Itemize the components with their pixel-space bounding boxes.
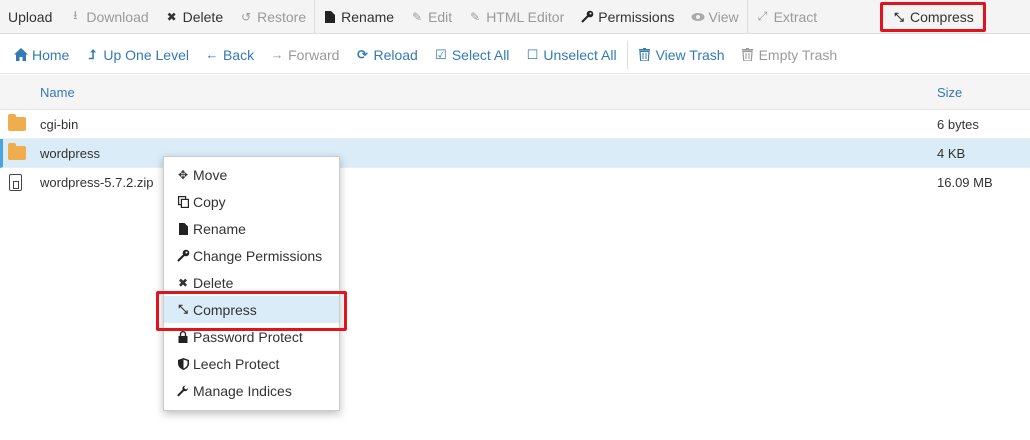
folder-icon (8, 143, 26, 161)
menu-item-change-permissions[interactable]: Change Permissions (164, 242, 339, 269)
view-button[interactable]: View (683, 0, 747, 34)
move-icon: ✥ (177, 167, 189, 182)
close-icon: ✖ (177, 275, 189, 290)
file-name: wordpress (40, 146, 100, 161)
empty-trash-button[interactable]: Empty Trash (733, 36, 846, 74)
key-icon (176, 249, 190, 262)
close-icon: ✖ (166, 9, 177, 24)
compress-icon: ⤡ (178, 302, 188, 316)
file-name: wordpress-5.7.2.zip (40, 175, 154, 190)
column-header-size[interactable]: Size (937, 85, 962, 100)
context-menu: ✥ Move Copy Rename Change Permissions ✖ De… (163, 156, 340, 411)
upload-button[interactable]: Upload (0, 0, 60, 34)
file-size: 16.09 MB (937, 175, 993, 190)
delete-button[interactable]: ✖ Delete (157, 0, 231, 34)
file-size: 4 KB (937, 146, 966, 161)
compress-icon: ⤡ (894, 9, 904, 24)
menu-item-manage-indices[interactable]: Manage Indices (164, 377, 339, 404)
trash-icon (638, 48, 652, 62)
copy-icon (176, 195, 190, 208)
file-icon (323, 10, 337, 24)
reload-button[interactable]: ⟳ Reload (347, 36, 425, 74)
edit-button[interactable]: ✎ Edit (402, 0, 460, 34)
zip-file-icon (8, 174, 26, 191)
file-name: cgi-bin (40, 117, 79, 132)
compress-button[interactable]: ⤡ Compress (880, 2, 986, 32)
pencil-icon: ✎ (412, 9, 423, 24)
table-row[interactable]: cgi-bin 6 bytes (0, 110, 1030, 139)
menu-item-password-protect[interactable]: Password Protect (164, 323, 339, 350)
unselect-all-button[interactable]: ☐ Unselect All (517, 36, 624, 74)
table-row[interactable]: wordpress 4 KB (0, 139, 1030, 168)
download-icon: ⭳ (73, 8, 78, 22)
wrench-icon (176, 385, 190, 397)
forward-button[interactable]: → Forward (262, 36, 347, 74)
up-one-level-button[interactable]: ⮥ Up One Level (77, 36, 197, 74)
restore-icon: ↺ (241, 9, 252, 24)
trash-icon (741, 48, 755, 62)
extract-button[interactable]: ⤢ Extract (748, 0, 826, 34)
file-table: Name Size cgi-bin 6 bytes wordpress 4 KB… (0, 75, 1030, 197)
checkbox-empty-icon: ☐ (526, 46, 539, 62)
expand-icon: ⤢ (757, 9, 768, 23)
column-header-name[interactable]: Name (40, 85, 75, 100)
html-editor-button[interactable]: ✎ HTML Editor (460, 0, 572, 34)
lock-icon (176, 330, 190, 343)
file-icon (176, 222, 190, 235)
select-all-button[interactable]: ☑ Select All (426, 36, 518, 74)
download-button[interactable]: ⭳ Download (60, 0, 156, 34)
table-row[interactable]: wordpress-5.7.2.zip 16.09 MB (0, 168, 1030, 197)
back-button[interactable]: ← Back (197, 36, 262, 74)
menu-item-move[interactable]: ✥ Move (164, 161, 339, 188)
menu-item-leech-protect[interactable]: Leech Protect (164, 350, 339, 377)
folder-icon (8, 114, 26, 132)
menu-item-copy[interactable]: Copy (164, 188, 339, 215)
permissions-button[interactable]: Permissions (572, 0, 682, 34)
edit-icon: ✎ (470, 9, 481, 24)
view-trash-button[interactable]: View Trash (630, 36, 733, 74)
eye-icon (691, 10, 705, 24)
menu-item-delete[interactable]: ✖ Delete (164, 269, 339, 296)
restore-button[interactable]: ↺ Restore (231, 0, 314, 34)
shield-icon (176, 357, 190, 370)
table-header: Name Size (0, 75, 1030, 110)
arrow-left-icon: ← (205, 47, 219, 62)
file-size: 6 bytes (937, 117, 979, 132)
menu-item-rename[interactable]: Rename (164, 215, 339, 242)
arrow-right-icon: → (270, 47, 284, 62)
key-icon (580, 10, 594, 24)
home-icon (14, 48, 28, 62)
home-button[interactable]: Home (6, 36, 77, 74)
checkbox-checked-icon: ☑ (435, 46, 447, 62)
navigation-toolbar: Home ⮥ Up One Level ← Back → Forward ⟳ Reloa… (0, 36, 1030, 74)
level-up-icon: ⮥ (88, 46, 97, 62)
menu-item-compress[interactable]: ⤡ Compress (164, 296, 339, 323)
main-toolbar: Upload ⭳ Download ✖ Delete ↺ Restore Rename… (0, 0, 1030, 34)
refresh-icon: ⟳ (357, 46, 368, 62)
rename-button[interactable]: Rename (315, 0, 402, 34)
toolbar-divider (626, 40, 628, 69)
